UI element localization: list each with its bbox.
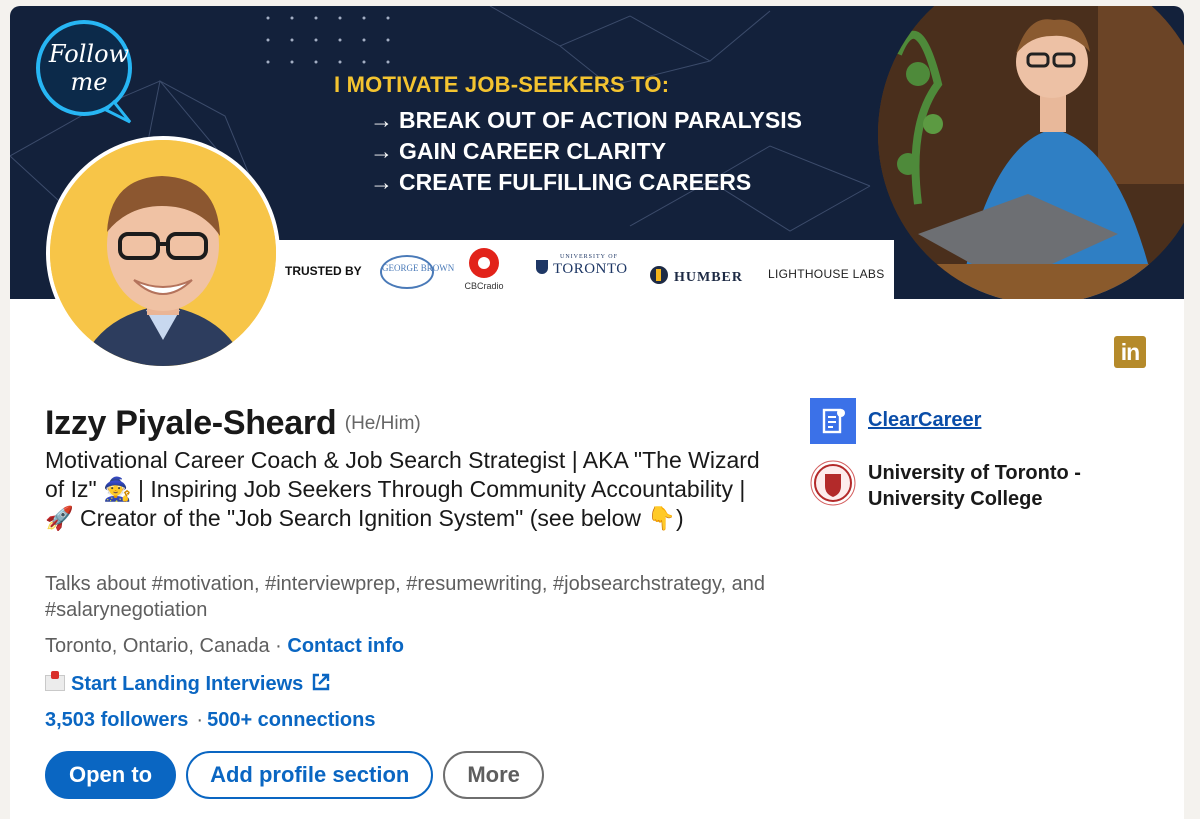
profile-card: Follow me I MOTIVATE JOB-SEEKERS TO: → BR…	[10, 6, 1184, 819]
connections-link[interactable]: 500+ connections	[207, 709, 375, 731]
uoft-crest-icon	[536, 260, 548, 274]
trusted-by-strip: TRUSTED BY GEORGE BROWN CBCradio UNIVERS…	[240, 240, 894, 299]
cbc-radio-text: CBCradio	[464, 281, 504, 291]
website-row: Start Landing Interviews	[45, 671, 331, 696]
company-name-link[interactable]: ClearCareer	[868, 409, 981, 432]
cbc-gem-icon	[469, 248, 499, 278]
open-to-button[interactable]: Open to	[45, 751, 177, 799]
humber-logo-text: HUMBER	[674, 270, 743, 285]
trusted-by-label: TRUSTED BY	[285, 264, 362, 278]
network-stats-row: 3,503 followers · 500+ connections	[45, 709, 375, 732]
profile-headline: Motivational Career Coach & Job Search S…	[45, 447, 760, 531]
uoft-logo-text: TORONTO	[553, 261, 628, 277]
website-link[interactable]: Start Landing Interviews	[71, 673, 303, 695]
profile-avatar[interactable]	[46, 136, 280, 370]
banner-headline: I MOTIVATE JOB-SEEKERS TO:	[334, 72, 670, 97]
location-row: Toronto, Ontario, Canada · Contact info	[45, 635, 404, 658]
more-button[interactable]: More	[443, 751, 544, 799]
profile-name: Izzy Piyale-Sheard	[45, 404, 337, 442]
george-brown-logo: GEORGE BROWN	[380, 255, 454, 289]
add-profile-section-button[interactable]: Add profile section	[186, 751, 434, 799]
banner-goal-item: → CREATE FULFILLING CAREERS	[370, 169, 752, 195]
school-crest-icon	[810, 458, 856, 508]
lighthouse-labs-logo: LIGHTHOUSE LABS	[768, 267, 885, 281]
company-logo-icon	[810, 398, 856, 444]
uoft-logo: UNIVERSITY OF TORONTO	[536, 254, 628, 278]
current-company[interactable]: ClearCareer	[810, 398, 1140, 446]
arrow-right-icon: →	[370, 169, 393, 195]
banner-goal-item: → GAIN CAREER CLARITY	[370, 138, 667, 164]
followers-link[interactable]: 3,503 followers	[45, 709, 188, 731]
banner-goal-list: → BREAK OUT OF ACTION PARALYSIS → GAIN CAR…	[370, 105, 802, 198]
cbc-radio-logo: CBCradio	[462, 248, 506, 291]
profile-location: Toronto, Ontario, Canada	[45, 635, 270, 657]
mailbox-icon	[45, 671, 65, 691]
follow-me-badge: Follow me	[26, 16, 144, 128]
education-school[interactable]: University of Toronto - University Colle…	[810, 458, 1140, 510]
arrow-right-icon: →	[370, 138, 393, 164]
external-link-icon[interactable]	[311, 672, 331, 692]
stats-separator: ·	[196, 709, 204, 731]
profile-pronouns: (He/Him)	[344, 413, 421, 434]
humber-mark-icon	[650, 266, 668, 284]
profile-talks-about: Talks about #motivation, #interviewprep,…	[45, 573, 765, 621]
location-separator: ·	[269, 635, 288, 657]
profile-aside: ClearCareer University of Toronto - Univ…	[810, 398, 1140, 518]
profile-actions: Open to Add profile section More	[45, 751, 554, 799]
profile-name-row: Izzy Piyale-Sheard (He/Him)	[45, 404, 421, 443]
school-name[interactable]: University of Toronto - University Colle…	[868, 460, 1138, 512]
humber-logo: HUMBER	[650, 266, 743, 286]
banner-goal-item: → BREAK OUT OF ACTION PARALYSIS	[370, 107, 802, 133]
follow-me-text: Follow me	[48, 40, 130, 96]
contact-info-link[interactable]: Contact info	[287, 635, 404, 657]
arrow-right-icon: →	[370, 107, 393, 133]
linkedin-badge-icon[interactable]: in	[1114, 336, 1146, 368]
